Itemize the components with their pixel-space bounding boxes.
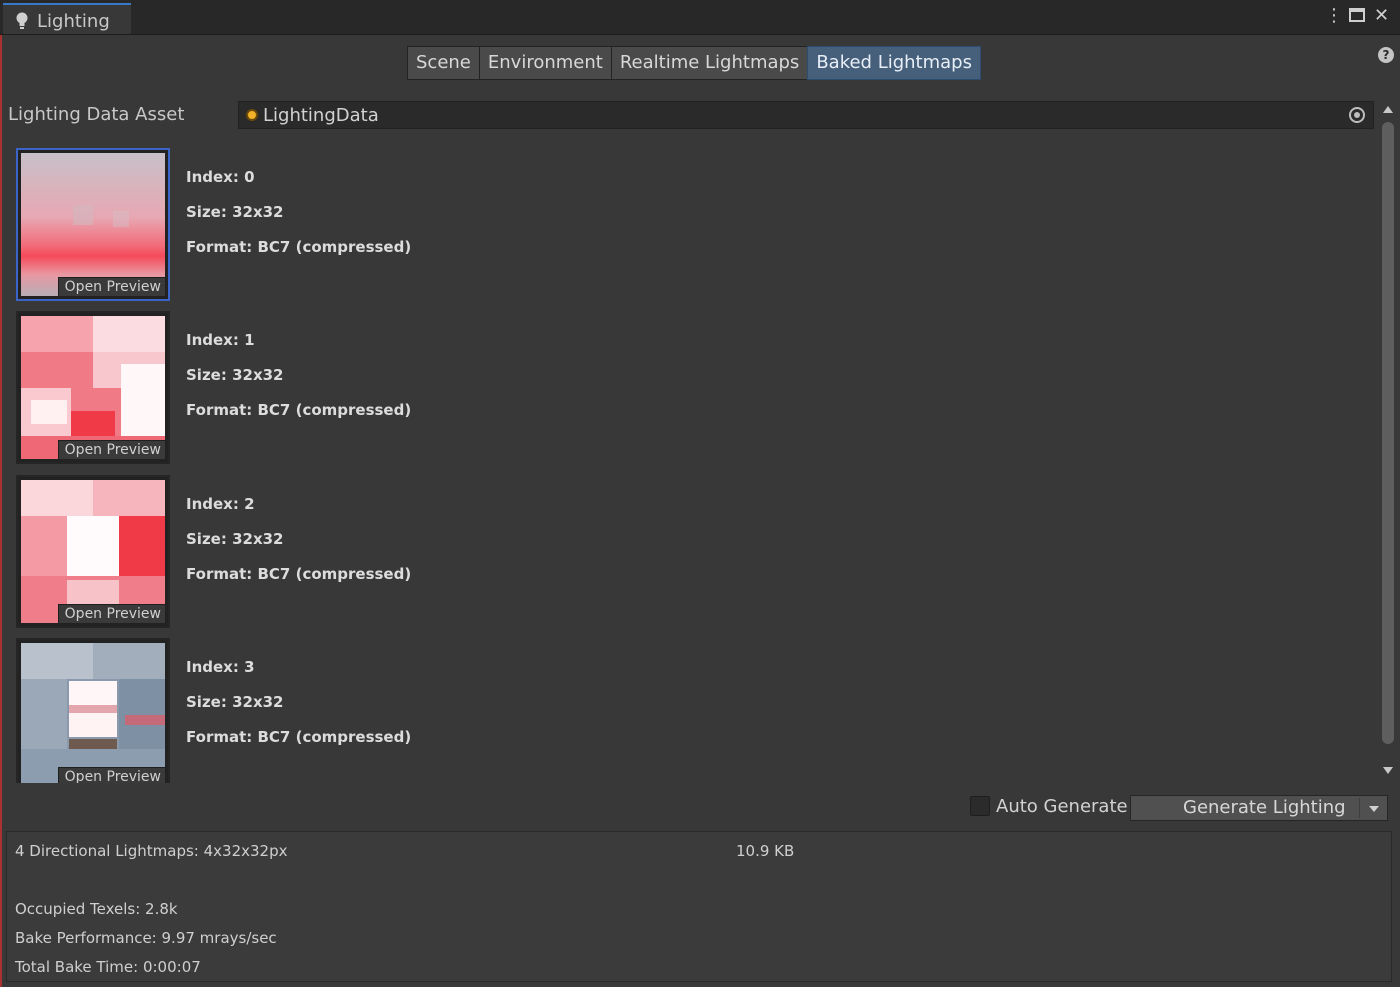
lightmap-thumbnail[interactable]: Open Preview [16, 638, 170, 783]
lightmap-size: Size: 32x32 [186, 530, 284, 548]
open-preview-button[interactable]: Open Preview [57, 767, 165, 783]
lightmap-index: Index: 3 [186, 658, 255, 676]
baked-lightmap-list: Open Preview Index: 0 Size: 32x32 Format… [0, 138, 1378, 783]
lightmap-format: Format: BC7 (compressed) [186, 565, 412, 583]
object-picker-icon[interactable] [1349, 107, 1365, 123]
open-preview-button[interactable]: Open Preview [57, 277, 165, 296]
lighting-window: Lighting ⋮ ✕ Scene Environment Realtime … [0, 0, 1400, 987]
tab-scene[interactable]: Scene [407, 46, 480, 80]
lightmaps-size: 10.9 KB [736, 842, 795, 860]
scrollbar-thumb[interactable] [1382, 122, 1394, 744]
scroll-down-icon[interactable] [1383, 767, 1393, 774]
auto-generate-label: Auto Generate [996, 796, 1128, 817]
tab-baked-lightmaps[interactable]: Baked Lightmaps [807, 46, 981, 80]
occupied-texels: Occupied Texels: 2.8k [15, 900, 178, 918]
button-divider [1359, 798, 1360, 818]
tab-realtime-lightmaps[interactable]: Realtime Lightmaps [610, 46, 809, 80]
chevron-down-icon[interactable] [1369, 806, 1379, 812]
lightbulb-icon [16, 12, 28, 29]
lightmap-texture-image [21, 643, 165, 783]
lightmap-thumbnail[interactable]: Open Preview [16, 311, 170, 464]
window-tab-title: Lighting [37, 11, 110, 32]
maximize-icon[interactable] [1348, 6, 1366, 29]
lightmap-texture-image [21, 153, 165, 296]
lightmap-index: Index: 2 [186, 495, 255, 513]
lightmap-item-2: Open Preview Index: 2 Size: 32x32 Format… [16, 475, 616, 630]
bake-performance: Bake Performance: 9.97 mrays/sec [15, 929, 277, 947]
lightmap-item-1: Open Preview Index: 1 Size: 32x32 Format… [16, 311, 616, 466]
lighting-data-asset-value: LightingData [263, 105, 379, 126]
generate-lighting-label: Generate Lighting [1183, 797, 1346, 818]
bake-stats-panel: 4 Directional Lightmaps: 4x32x32px 10.9 … [6, 831, 1392, 982]
lighting-data-asset-icon [246, 109, 258, 121]
lightmap-item-3: Open Preview Index: 3 Size: 32x32 Format… [16, 638, 616, 783]
tab-environment[interactable]: Environment [478, 46, 612, 80]
lighting-window-tab[interactable]: Lighting [3, 3, 131, 34]
lightmap-texture-image [21, 316, 165, 459]
vertical-scrollbar[interactable] [1380, 102, 1396, 778]
lightmap-item-0: Open Preview Index: 0 Size: 32x32 Format… [16, 148, 616, 303]
auto-generate-checkbox[interactable] [970, 796, 990, 816]
lightmap-thumbnail[interactable]: Open Preview [16, 148, 170, 301]
lightmap-size: Size: 32x32 [186, 203, 284, 221]
lightmap-format: Format: BC7 (compressed) [186, 238, 412, 256]
lightmap-index: Index: 0 [186, 168, 255, 186]
total-bake-time: Total Bake Time: 0:00:07 [15, 958, 201, 976]
lightmap-size: Size: 32x32 [186, 366, 284, 384]
lightmap-thumbnail[interactable]: Open Preview [16, 475, 170, 628]
lightmap-size: Size: 32x32 [186, 693, 284, 711]
lightmap-format: Format: BC7 (compressed) [186, 401, 412, 419]
generate-lighting-button[interactable]: Generate Lighting [1130, 795, 1388, 821]
title-bar: Lighting ⋮ ✕ [0, 0, 1400, 35]
lighting-data-asset-field[interactable]: LightingData [238, 101, 1374, 129]
open-preview-button[interactable]: Open Preview [57, 604, 165, 623]
help-icon[interactable]: ? [1378, 47, 1394, 63]
lighting-data-asset-label: Lighting Data Asset [8, 104, 185, 125]
close-icon[interactable]: ✕ [1374, 6, 1389, 26]
lighting-mode-tabs: Scene Environment Realtime Lightmaps Bak… [407, 46, 981, 82]
open-preview-button[interactable]: Open Preview [57, 440, 165, 459]
window-menu-icon[interactable]: ⋮ [1325, 6, 1343, 26]
lightmaps-summary: 4 Directional Lightmaps: 4x32x32px [15, 842, 288, 860]
scroll-up-icon[interactable] [1383, 106, 1393, 113]
lightmap-index: Index: 1 [186, 331, 255, 349]
lightmap-format: Format: BC7 (compressed) [186, 728, 412, 746]
lightmap-texture-image [21, 480, 165, 623]
